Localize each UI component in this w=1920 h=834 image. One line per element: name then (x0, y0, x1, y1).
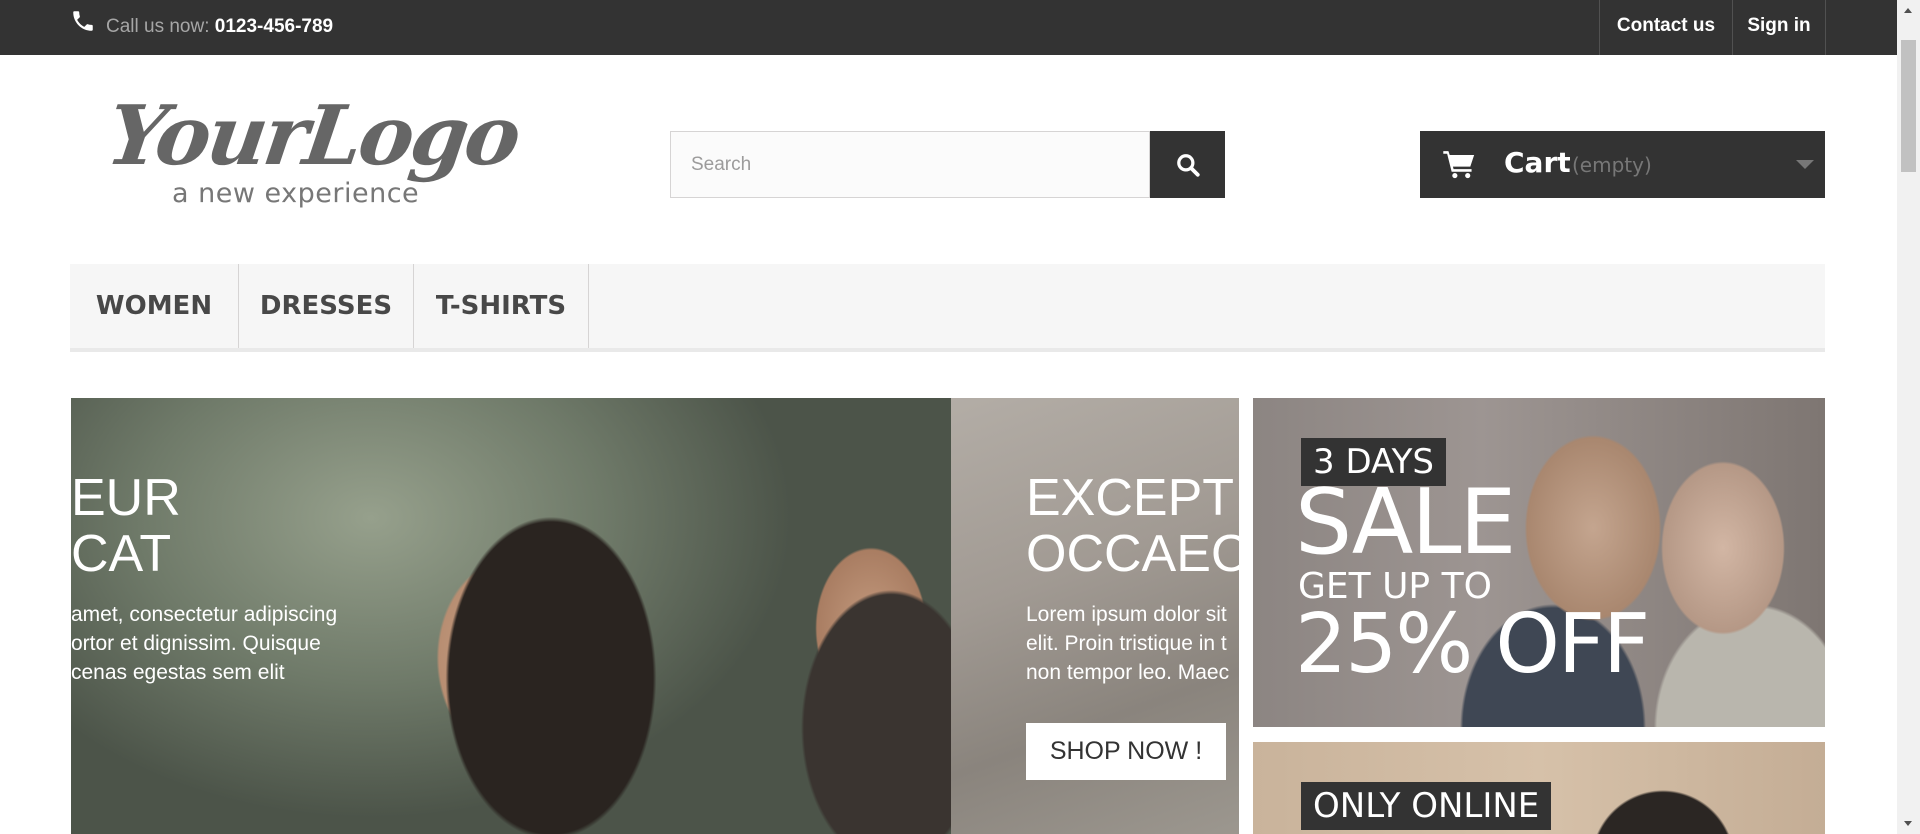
phone-number: 0123-456-789 (214, 16, 334, 37)
slide-2-text-line: non tempor leo. Maec (1026, 661, 1230, 684)
slide-2-heading: EXCEPT OCCAEC (1026, 470, 1239, 582)
slide-1-text: amet, consectetur adipiscing ortor et di… (71, 600, 337, 687)
phone-icon (70, 8, 96, 34)
contact-us-link[interactable]: Contact us (1599, 0, 1732, 55)
menu-item-tshirts[interactable]: T-SHIRTS (414, 264, 589, 348)
slide-2-text-line: elit. Proin tristique in t (1026, 632, 1227, 655)
page-scrollbar[interactable] (1897, 0, 1920, 834)
slide-2-text: Lorem ipsum dolor sit elit. Proin tristi… (1026, 600, 1229, 687)
call-us-text: Call us now: 0123-456-789 (106, 16, 333, 38)
slide-2-text-line: Lorem ipsum dolor sit (1026, 603, 1227, 626)
sale-banner-discount: 25% OFF (1295, 597, 1650, 692)
search-button[interactable] (1150, 131, 1225, 198)
shop-now-button[interactable]: SHOP NOW ! (1026, 723, 1226, 780)
online-banner-tag: ONLY ONLINE (1301, 782, 1552, 830)
sale-banner-title: SALE (1295, 470, 1516, 575)
main-menu: WOMEN DRESSES T-SHIRTS (70, 264, 1825, 352)
cart-button[interactable]: Cart (empty) (1420, 131, 1825, 198)
sign-in-link[interactable]: Sign in (1732, 0, 1826, 55)
logo-script: YourLogo (101, 88, 525, 184)
chevron-down-icon (1796, 160, 1814, 169)
online-banner[interactable]: ONLY ONLINE (1253, 742, 1825, 834)
slide-1-heading-line: CAT (71, 525, 172, 583)
scroll-down-icon[interactable] (1904, 821, 1912, 826)
scroll-up-icon[interactable] (1904, 8, 1912, 13)
menu-item-women[interactable]: WOMEN (70, 264, 239, 348)
call-us-prefix: Call us now: (106, 16, 210, 37)
logo-tagline: a new experience (172, 178, 420, 209)
cart-label: Cart (1504, 146, 1571, 179)
search-icon (1177, 154, 1200, 177)
top-bar: Call us now: 0123-456-789 Contact us Sig… (0, 0, 1897, 55)
cart-icon (1443, 151, 1475, 179)
cart-status: (empty) (1572, 153, 1652, 177)
homepage-slider[interactable]: EUR CAT amet, consectetur adipiscing ort… (71, 398, 1239, 834)
slide-2-heading-line: EXCEPT (1026, 469, 1235, 527)
slide-1-text-line: ortor et dignissim. Quisque (71, 632, 321, 655)
slide-1-heading-line: EUR (71, 469, 181, 527)
site-logo[interactable]: YourLogo a new experience (101, 88, 538, 218)
sale-banner[interactable]: 3 DAYS SALE GET UP TO 25% OFF (1253, 398, 1825, 727)
search-input[interactable] (670, 131, 1150, 198)
slide-1-text-line: cenas egestas sem elit (71, 661, 285, 684)
slide-1-text-line: amet, consectetur adipiscing (71, 603, 338, 626)
scrollbar-thumb[interactable] (1901, 40, 1916, 172)
menu-item-dresses[interactable]: DRESSES (239, 264, 414, 348)
slide-2-heading-line: OCCAEC (1026, 525, 1239, 583)
slide-1-heading: EUR CAT (71, 470, 181, 582)
